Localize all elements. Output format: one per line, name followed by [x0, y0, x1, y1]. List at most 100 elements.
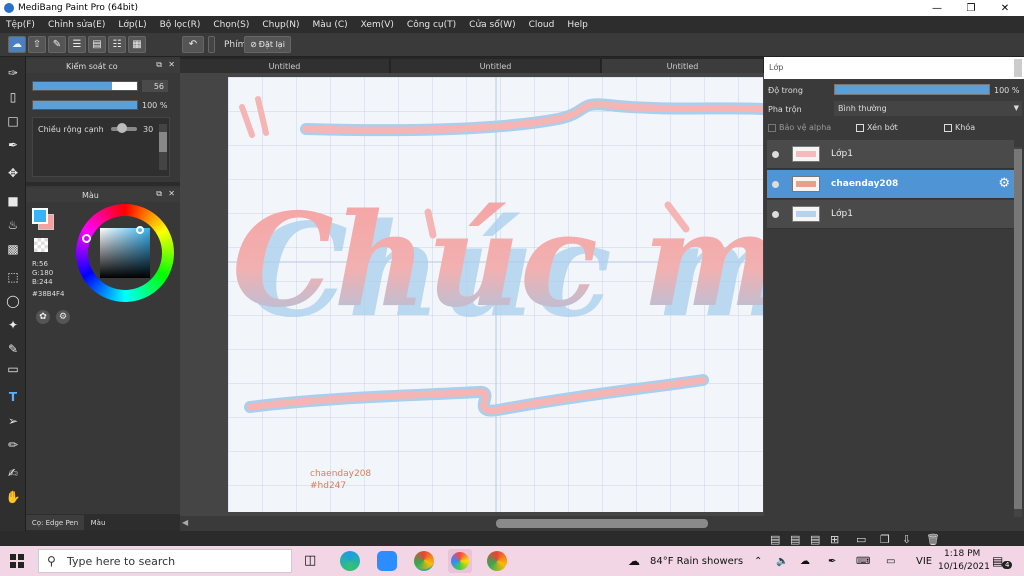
brush-opacity-slider[interactable]	[32, 100, 138, 110]
layer-row[interactable]: Lớp1	[767, 140, 1014, 169]
onedrive-icon[interactable]: ☁	[800, 546, 810, 576]
gradient-tool-icon[interactable]: ▩	[3, 239, 23, 259]
menu-tools[interactable]: Công cụ(T)	[407, 20, 456, 30]
clock-time[interactable]: 1:18 PM	[944, 549, 980, 559]
scroll-left-icon[interactable]: ◀	[182, 518, 188, 527]
undo-icon[interactable]: ↶	[182, 36, 204, 53]
pen-tool-icon[interactable]: ✒	[3, 135, 23, 155]
weather-text[interactable]: 84°F Rain showers	[650, 546, 743, 576]
minimize-icon[interactable]: —	[920, 0, 954, 16]
menu-layer[interactable]: Lớp(L)	[118, 20, 146, 30]
menu-view[interactable]: Xem(V)	[361, 20, 394, 30]
menu-edit[interactable]: Chỉnh sửa(E)	[48, 20, 105, 30]
tab-untitled-2[interactable]: Untitled	[391, 59, 601, 73]
saturation-picker[interactable]	[136, 226, 144, 234]
eyedropper-icon[interactable]: ✏	[3, 435, 23, 455]
lock-checkbox[interactable]: Khóa	[944, 123, 975, 132]
edge-browser-icon[interactable]	[340, 551, 360, 571]
new-8bit-layer-icon[interactable]: ▤	[810, 533, 820, 546]
menu-filter[interactable]: Bộ lọc(R)	[160, 20, 201, 30]
visibility-icon[interactable]	[772, 211, 779, 218]
brush-tool-icon[interactable]: ✑	[3, 63, 23, 83]
visibility-icon[interactable]	[772, 181, 779, 188]
eraser-tool-icon[interactable]: ▯	[3, 87, 23, 107]
slider-handle[interactable]	[208, 36, 215, 53]
gear-icon[interactable]: ⚙	[998, 176, 1010, 191]
tab-untitled-3[interactable]: Untitled	[602, 59, 764, 73]
move-tool-icon[interactable]: ✥	[3, 163, 23, 183]
document-icon[interactable]: ▤	[88, 36, 106, 53]
chrome-profile-icon[interactable]	[487, 551, 507, 571]
fill-rect-icon[interactable]: ■	[3, 191, 23, 211]
tab-brush[interactable]: Cọ: Edge Pen	[26, 515, 84, 530]
pen-icon[interactable]: ✒	[828, 546, 836, 576]
new-layer-icon[interactable]: ▤	[770, 533, 780, 546]
taskbar-search[interactable]: ⚲ Type here to search	[38, 549, 292, 573]
selection-eraser-icon[interactable]: ▭	[3, 359, 23, 379]
upload-icon[interactable]: ⇧	[28, 36, 46, 53]
magic-wand-icon[interactable]: ✦	[3, 315, 23, 335]
menu-select[interactable]: Chọn(S)	[213, 20, 249, 30]
selection-pen-icon[interactable]: ✎	[3, 339, 23, 359]
menu-help[interactable]: Help	[567, 20, 588, 30]
folder-icon[interactable]: ▭	[856, 533, 866, 546]
operation-tool-icon[interactable]: ➢	[3, 411, 23, 431]
hue-picker[interactable]	[82, 234, 91, 243]
edge-width-knob[interactable]	[117, 123, 127, 133]
panel-close-icon[interactable]: ✕	[168, 189, 175, 198]
task-view-icon[interactable]: ◫	[304, 553, 316, 568]
display-icon[interactable]: ▭	[886, 546, 895, 576]
visibility-icon[interactable]	[772, 151, 779, 158]
grid-icon[interactable]: ▦	[128, 36, 146, 53]
windows-start-icon[interactable]	[10, 554, 24, 568]
brush-size-slider[interactable]	[32, 81, 138, 91]
canvas[interactable]: Chúc mừn Chúc mừn chaenday208 #hd247	[228, 77, 763, 512]
menu-cloud[interactable]: Cloud	[529, 20, 555, 30]
speaker-icon[interactable]: 🔈	[776, 546, 788, 576]
bucket-tool-icon[interactable]: ♨	[3, 215, 23, 235]
tab-untitled-1[interactable]: Untitled	[180, 59, 390, 73]
layer-row[interactable]: Lớp1	[767, 200, 1014, 229]
palette-icon[interactable]: ✿	[36, 310, 50, 324]
blend-mode-select[interactable]: Bình thường ▼	[834, 101, 1022, 116]
layers-scrollbar[interactable]	[1014, 147, 1022, 517]
clock-date[interactable]: 10/16/2021	[938, 562, 990, 572]
panel-close-icon[interactable]: ✕	[168, 60, 175, 69]
list-icon[interactable]: ☷	[108, 36, 126, 53]
layers-header-scrollbar[interactable]	[1014, 59, 1022, 77]
layer-row-selected[interactable]: chaenday208 ⚙	[767, 170, 1014, 199]
language-indicator[interactable]: VIE	[916, 546, 932, 576]
menu-window[interactable]: Cửa sổ(W)	[469, 20, 515, 30]
keyboard-icon[interactable]: ⌨	[856, 546, 870, 576]
saturation-square[interactable]	[100, 228, 150, 278]
hand-tool-icon[interactable]: ✋	[3, 487, 23, 507]
new-halftone-layer-icon[interactable]: ▤	[790, 533, 800, 546]
brush-settings-scrollbar[interactable]	[159, 124, 167, 170]
select-tool-icon[interactable]: ⬚	[3, 267, 23, 287]
comment-icon[interactable]: ☰	[68, 36, 86, 53]
duplicate-layer-icon[interactable]: ❐	[880, 533, 890, 546]
medibang-taskbar-button[interactable]	[448, 549, 472, 573]
palette-settings-icon[interactable]: ⚙	[56, 310, 70, 324]
brush-size-value[interactable]: 56	[142, 80, 168, 92]
primary-color-swatch[interactable]	[32, 208, 48, 224]
merge-layer-icon[interactable]: ⇩	[902, 533, 911, 546]
tab-color[interactable]: Màu	[86, 515, 110, 530]
close-icon[interactable]: ✕	[988, 0, 1022, 16]
restore-icon[interactable]: ❐	[954, 0, 988, 16]
lasso-tool-icon[interactable]: ◯	[3, 291, 23, 311]
dropper-icon[interactable]: ✍	[3, 463, 23, 483]
transparent-swatch[interactable]	[34, 238, 48, 252]
popout-icon[interactable]: ⧉	[156, 60, 162, 70]
add-layer-menu-icon[interactable]: ⊞	[830, 533, 839, 546]
text-tool-icon[interactable]: T	[3, 387, 23, 407]
protect-alpha-checkbox[interactable]: Bảo vệ alpha	[768, 123, 831, 132]
horizontal-scrollbar[interactable]: ◀	[180, 516, 764, 531]
horizontal-scroll-thumb[interactable]	[496, 519, 708, 528]
rectangle-select-icon[interactable]: □	[3, 111, 23, 131]
cloud-icon[interactable]: ☁	[8, 36, 26, 53]
delete-layer-icon[interactable]: 🗑	[926, 533, 940, 546]
chat-icon[interactable]: ✎	[48, 36, 66, 53]
menu-file[interactable]: Tệp(F)	[6, 20, 35, 30]
clip-checkbox[interactable]: Xén bớt	[856, 123, 898, 132]
